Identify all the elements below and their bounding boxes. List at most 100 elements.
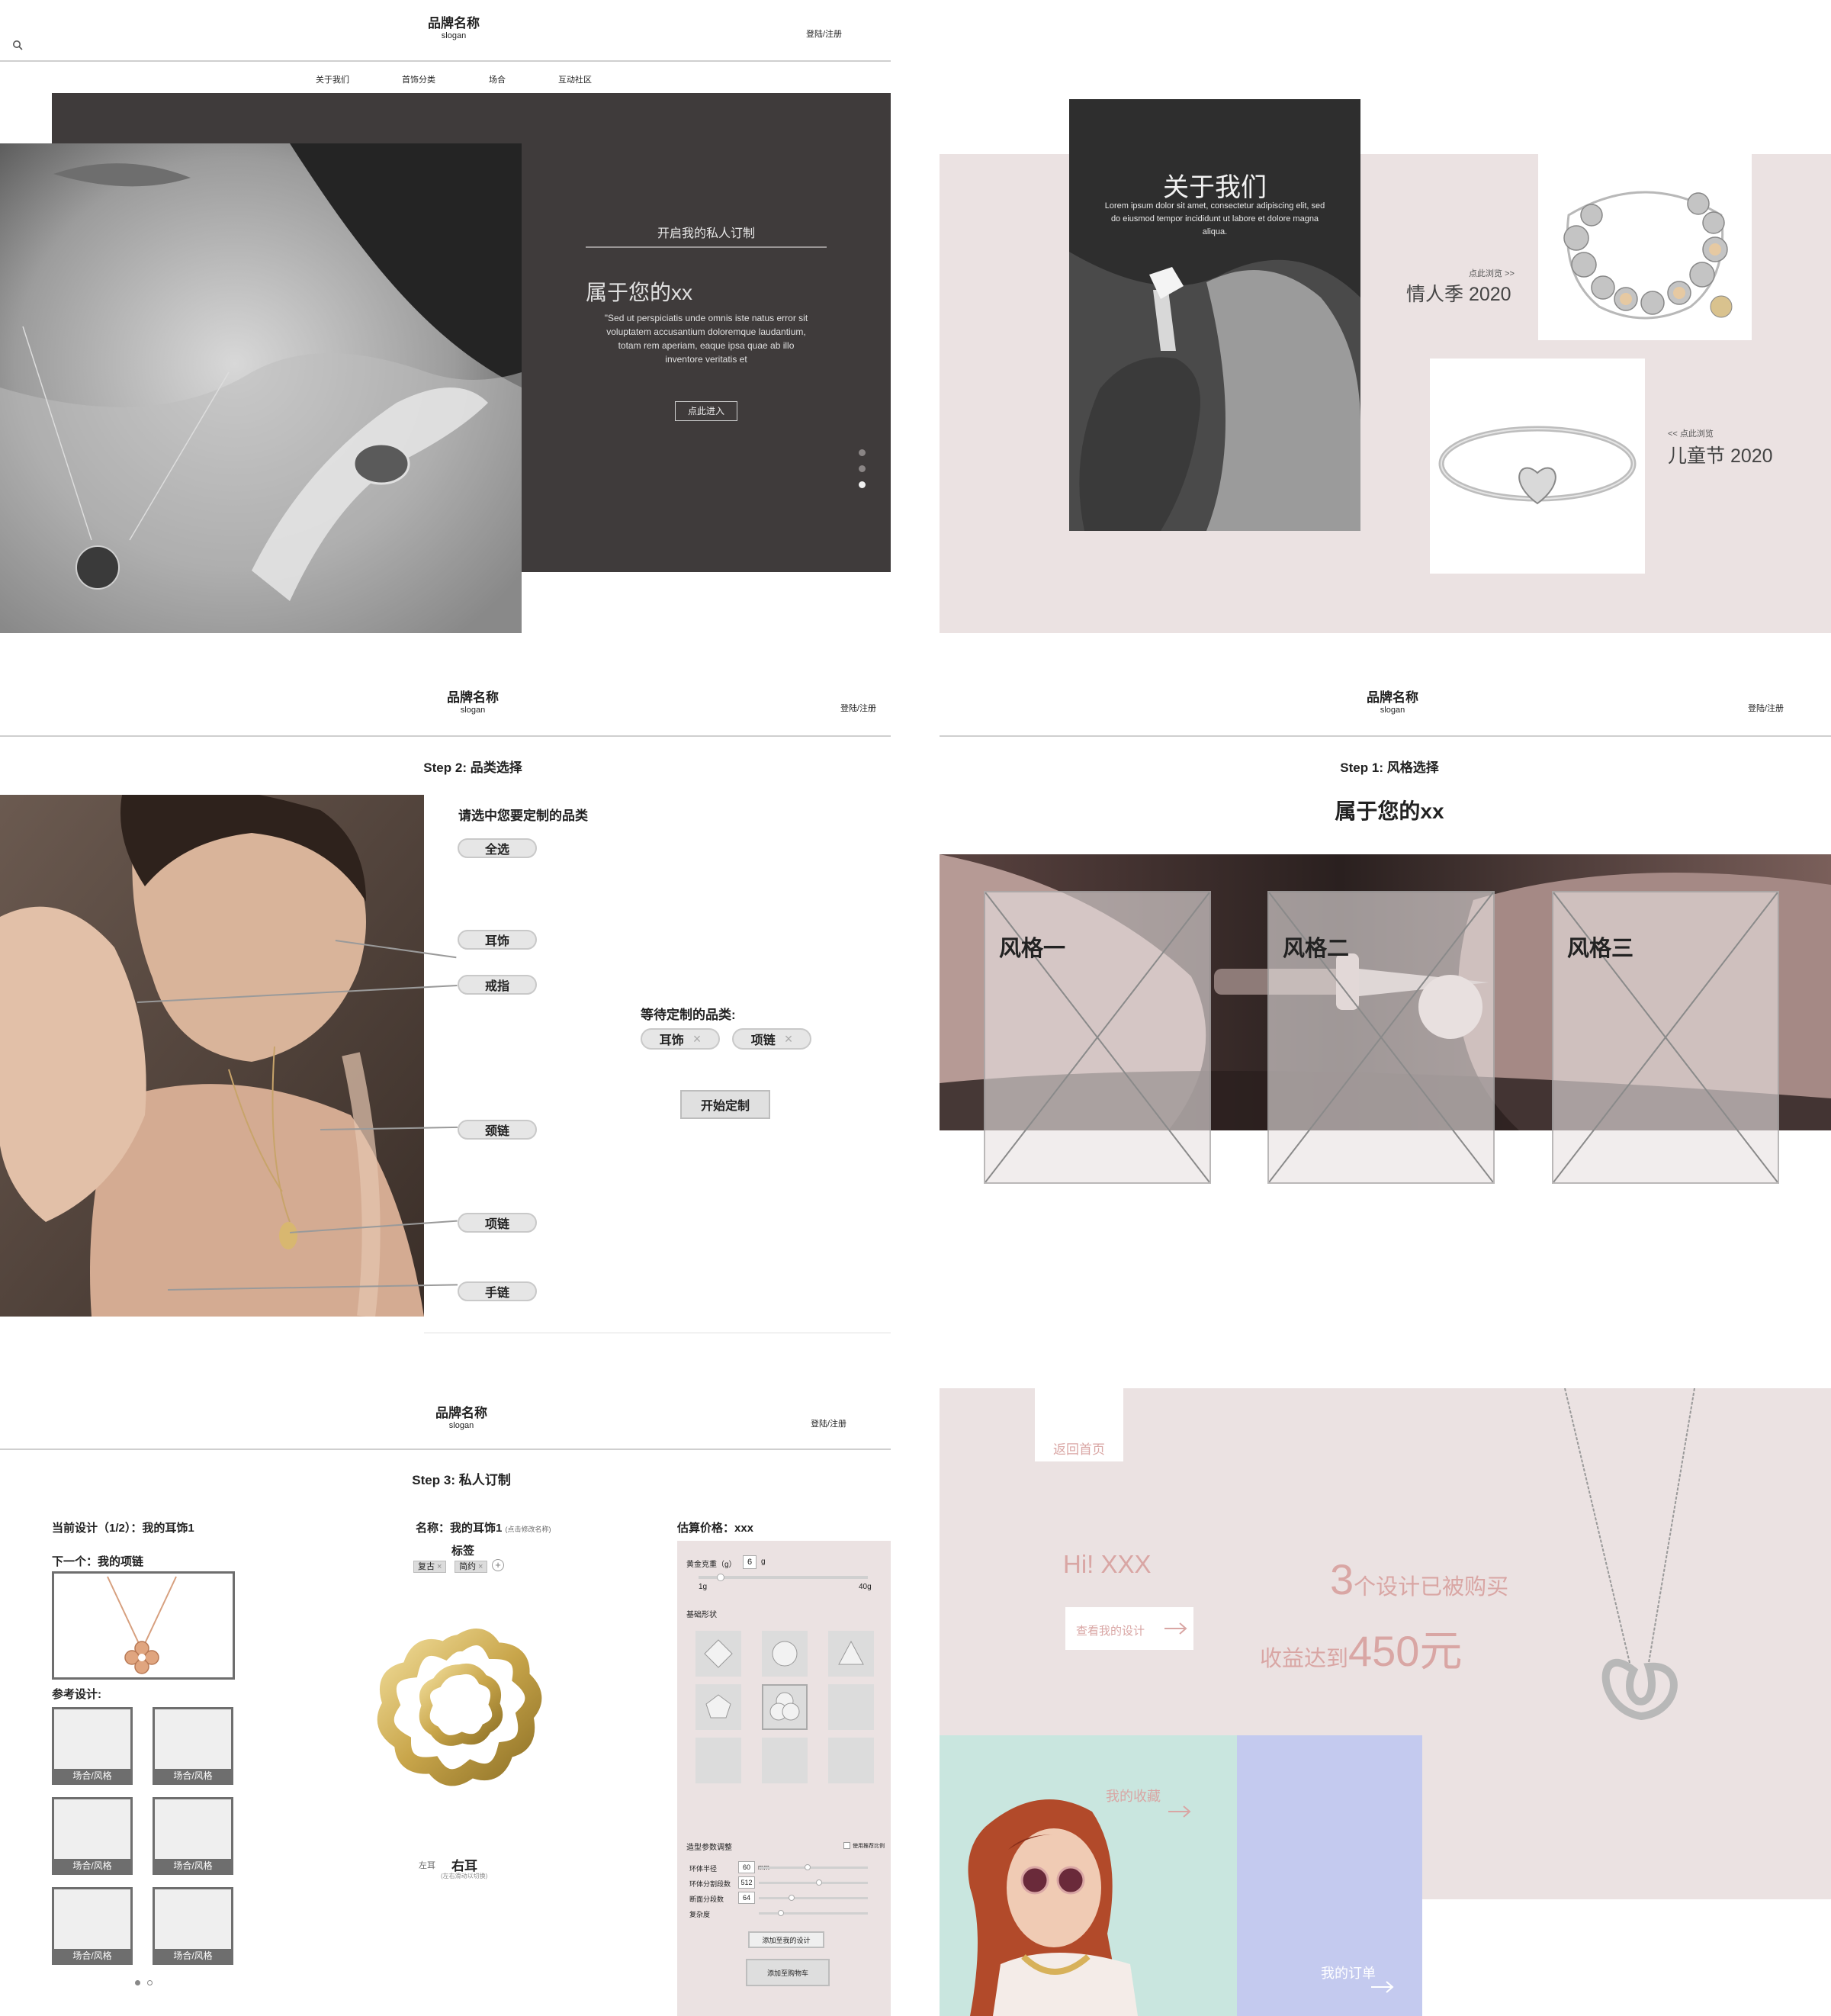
param-name: 环体分割段数: [689, 1880, 731, 1888]
login-link[interactable]: 登陆/注册: [806, 27, 842, 40]
search-icon[interactable]: [12, 40, 23, 50]
promo1-image[interactable]: [1538, 154, 1752, 340]
orders-tile[interactable]: 我的订单: [1237, 1735, 1422, 2016]
param-slider[interactable]: [759, 1897, 868, 1899]
promo2-link[interactable]: << 点此浏览: [1668, 427, 1714, 439]
shape-empty-4[interactable]: [828, 1738, 874, 1783]
reference-thumb-1[interactable]: 场合/风格: [52, 1707, 133, 1785]
nav-categories[interactable]: 首饰分类: [402, 73, 435, 85]
tag-chip-vintage[interactable]: 复古 ×: [413, 1561, 447, 1573]
pending-item-earring[interactable]: 耳饰 ×: [641, 1028, 720, 1050]
hero-enter-button[interactable]: 点此进入: [675, 401, 737, 421]
shape-empty-3[interactable]: [762, 1738, 808, 1783]
promo1-link[interactable]: 点此浏览 >>: [1469, 267, 1515, 279]
view-designs-button[interactable]: 查看我的设计: [1065, 1607, 1193, 1650]
brand-name[interactable]: 品牌名称 slogan: [397, 16, 511, 40]
pending-item-label: 项链: [750, 1034, 776, 1047]
param-value-input[interactable]: 512: [738, 1876, 755, 1889]
promo1-title[interactable]: 情人季 2020: [1406, 279, 1511, 307]
brand-slogan: slogan: [460, 705, 486, 715]
hero-heading-underline: [586, 246, 827, 248]
style-card-3[interactable]: 风格三: [1552, 891, 1779, 1184]
remove-icon[interactable]: ×: [693, 1031, 702, 1047]
reference-caption: 场合/风格: [155, 1949, 231, 1963]
brand-name[interactable]: 品牌名称 slogan: [1335, 690, 1450, 715]
earnings-value: 450元: [1348, 1627, 1463, 1675]
add-tag-icon[interactable]: +: [492, 1559, 504, 1571]
designs-sold: 3个设计已被购买: [1330, 1555, 1508, 1604]
param-slider[interactable]: [759, 1912, 868, 1915]
brand-name[interactable]: 品牌名称 slogan: [404, 1406, 519, 1430]
promo2-image[interactable]: [1430, 359, 1645, 574]
carousel-dot-2[interactable]: [859, 465, 866, 472]
param-slider[interactable]: [759, 1882, 868, 1884]
next-design-preview[interactable]: [52, 1571, 235, 1680]
style-card-1[interactable]: 风格一: [984, 891, 1211, 1184]
start-custom-button[interactable]: 开始定制: [680, 1090, 770, 1119]
shape-diamond[interactable]: [695, 1631, 741, 1677]
carousel-dot-1[interactable]: [859, 449, 866, 456]
param-value-input[interactable]: 64: [738, 1892, 755, 1904]
earring-preview[interactable]: [372, 1628, 548, 1788]
shape-triple-circle[interactable]: [762, 1684, 808, 1730]
style-card-2[interactable]: 风格二: [1267, 891, 1495, 1184]
param-slider-knob[interactable]: [778, 1910, 784, 1916]
page-dot-2[interactable]: [147, 1980, 153, 1985]
brand-slogan: slogan: [448, 1420, 474, 1430]
nav-about[interactable]: 关于我们: [316, 73, 349, 85]
ratio-checkbox[interactable]: [843, 1842, 850, 1849]
shape-circle[interactable]: [762, 1631, 808, 1677]
param-slider-knob[interactable]: [816, 1879, 822, 1886]
tag-chip-minimal[interactable]: 简约 ×: [455, 1561, 488, 1573]
shape-triangle[interactable]: [828, 1631, 874, 1677]
nav-occasion[interactable]: 场合: [489, 73, 506, 85]
pending-item-necklace[interactable]: 项链 ×: [732, 1028, 811, 1050]
category-necklace[interactable]: 项链: [458, 1213, 537, 1233]
select-all-button[interactable]: 全选: [458, 838, 537, 858]
panel-customize: 品牌名称 slogan 登陆/注册 Step 3: 私人订制 当前设计（1/2）…: [0, 1388, 891, 2016]
next-design-label[interactable]: 下一个：我的项链: [52, 1553, 143, 1569]
reference-thumb-2[interactable]: 场合/风格: [153, 1707, 233, 1785]
remove-icon[interactable]: ×: [476, 1562, 483, 1571]
header-divider: [0, 735, 891, 737]
ear-swipe-hint: (左右滑动以切换): [441, 1873, 488, 1879]
remove-icon[interactable]: ×: [435, 1562, 442, 1571]
shape-empty-2[interactable]: [695, 1738, 741, 1783]
left-ear-tab[interactable]: 左耳: [419, 1859, 435, 1871]
shape-pentagon[interactable]: [695, 1684, 741, 1730]
promo2-title[interactable]: 儿童节 2020: [1668, 441, 1773, 468]
gold-weight-input[interactable]: 6: [743, 1555, 756, 1569]
shape-empty-1[interactable]: [828, 1684, 874, 1730]
carousel-dot-3[interactable]: [859, 481, 866, 488]
login-link[interactable]: 登陆/注册: [840, 702, 876, 714]
param-slider-knob[interactable]: [805, 1864, 811, 1870]
category-prompt: 请选中您要定制的品类: [458, 809, 588, 823]
category-earring[interactable]: 耳饰: [458, 930, 537, 950]
param-slider[interactable]: [759, 1866, 868, 1869]
remove-icon[interactable]: ×: [785, 1031, 793, 1047]
back-home-tab[interactable]: 返回首页: [1035, 1388, 1123, 1461]
category-ring[interactable]: 戒指: [458, 975, 537, 995]
login-link[interactable]: 登陆/注册: [811, 1417, 846, 1429]
reference-thumb-4[interactable]: 场合/风格: [153, 1797, 233, 1875]
param-name: 环体半径: [689, 1865, 718, 1873]
design-name-label[interactable]: 名称：我的耳饰1 (点击修改名称): [416, 1519, 551, 1535]
reference-thumb-6[interactable]: 场合/风格: [153, 1887, 233, 1965]
page-dot-1[interactable]: [135, 1980, 140, 1985]
brand-name[interactable]: 品牌名称 slogan: [416, 690, 530, 715]
param-value-input[interactable]: 60: [738, 1861, 755, 1873]
favorites-tile[interactable]: 我的收藏: [940, 1735, 1237, 2016]
gold-weight-knob[interactable]: [717, 1574, 724, 1581]
login-link[interactable]: 登陆/注册: [1748, 702, 1784, 714]
category-bracelet[interactable]: 手链: [458, 1281, 537, 1301]
arrow-right-icon: [1164, 1622, 1187, 1635]
gold-min-label: 1g: [699, 1583, 708, 1591]
param-slider-knob[interactable]: [789, 1895, 795, 1901]
reference-thumb-3[interactable]: 场合/风格: [52, 1797, 133, 1875]
diamond-icon: [704, 1639, 733, 1668]
add-to-cart-button[interactable]: 添加至购物车: [746, 1959, 830, 1986]
nav-community[interactable]: 互动社区: [558, 73, 592, 85]
category-choker[interactable]: 颈链: [458, 1120, 537, 1140]
add-to-designs-button[interactable]: 添加至我的设计: [748, 1931, 824, 1948]
reference-thumb-5[interactable]: 场合/风格: [52, 1887, 133, 1965]
